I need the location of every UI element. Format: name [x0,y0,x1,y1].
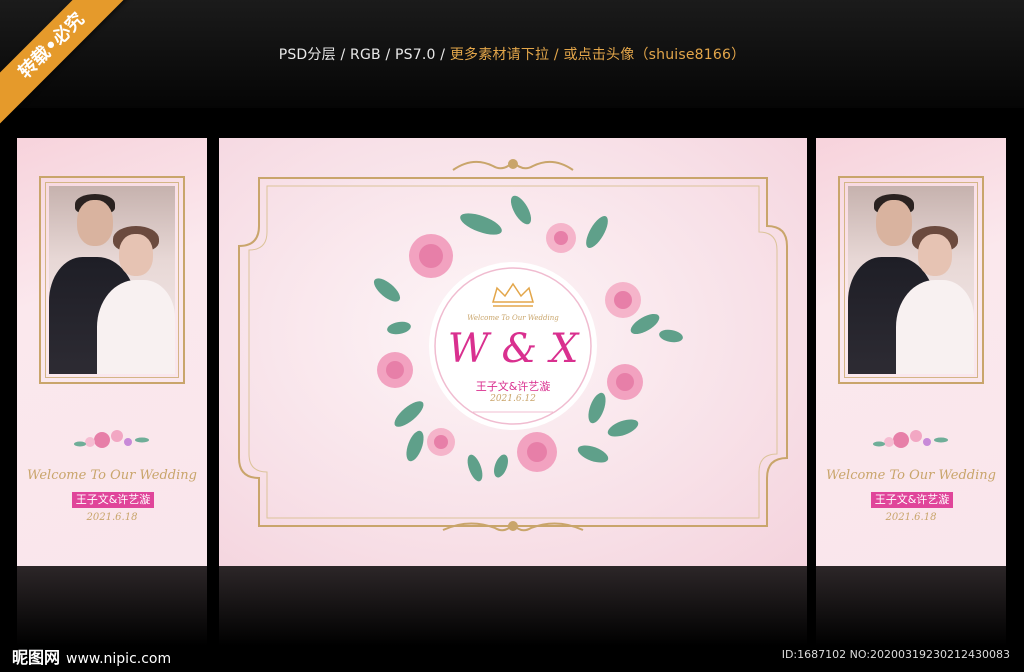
main-welcome-text: Welcome To Our Wedding [467,314,559,322]
reflection-main [219,566,807,646]
photo-frame-right [838,176,984,384]
left-panel: Welcome To Our Wedding 王子文&许艺漩 2021.6.18 [17,138,207,566]
side-names-badge: 王子文&许艺漩 [72,492,154,508]
right-panel: Welcome To Our Wedding 王子文&许艺漩 2021.6.18 [816,138,1006,566]
monogram: W & X [447,326,579,372]
footer-id: ID:1687102 NO:20200319230212430083 [781,648,1010,661]
side-date: 2021.6.18 [86,512,138,523]
reflection-left [17,566,207,646]
flower-decoration-icon [873,430,948,448]
footer-logo: 昵图网 www.nipic.com [12,644,171,668]
banner-main: PSD分层 / RGB / PS7.0 / [278,47,450,63]
side-names-badge: 王子文&许艺漩 [871,492,953,508]
reflection-right [816,566,1006,646]
banner-text: PSD分层 / RGB / PS7.0 / 更多素材请下拉 / 或点击头像（sh… [0,44,1024,64]
main-panel: Welcome To Our Wedding W & X 王子文&许艺漩 202… [219,138,807,566]
flower-decoration-icon [74,430,149,448]
footer-logo-text: 昵图网 [12,648,61,667]
main-names: 王子文&许艺漩 [475,380,551,393]
top-ornament-icon [452,159,574,171]
side-welcome-text: Welcome To Our Wedding [27,468,197,483]
main-date: 2021.6.12 [490,394,536,404]
side-welcome-text: Welcome To Our Wedding [826,468,996,483]
banner-accent: 更多素材请下拉 / 或点击头像（shuise8166） [449,47,746,63]
side-date: 2021.6.18 [885,512,937,523]
footer-site: www.nipic.com [66,651,172,667]
couple-photo [49,186,175,374]
couple-photo [848,186,974,374]
photo-frame-left [39,176,185,384]
